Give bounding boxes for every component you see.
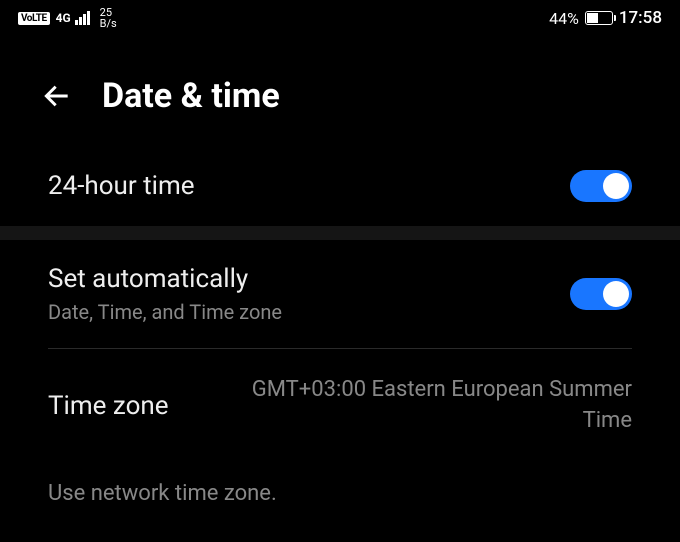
timezone-value: GMT+03:00 Eastern European Summer Time: [209, 375, 632, 437]
section-auto: Set automatically Date, Time, and Time z…: [0, 240, 680, 348]
row-timezone[interactable]: Time zone GMT+03:00 Eastern European Sum…: [48, 349, 632, 463]
row-24hour[interactable]: 24-hour time: [48, 146, 632, 226]
signal-bars-icon: [75, 11, 90, 25]
row-24hour-label: 24-hour time: [48, 171, 195, 201]
section-divider: [0, 226, 680, 240]
battery-percentage: 44%: [549, 9, 579, 28]
toggle-auto[interactable]: [570, 278, 632, 310]
section-timezone: Time zone GMT+03:00 Eastern European Sum…: [0, 349, 680, 463]
header: Date & time: [0, 36, 680, 146]
status-left: VoLTE 4G 25 B/s: [18, 7, 117, 29]
signal-indicator: 4G: [56, 11, 90, 25]
row-auto-label: Set automatically: [48, 264, 282, 294]
row-auto-sub: Date, Time, and Time zone: [48, 300, 282, 324]
section-display: 24-hour time: [0, 146, 680, 226]
network-type: 4G: [56, 11, 71, 25]
footer-note: Use network time zone.: [0, 463, 680, 524]
back-arrow-icon: [41, 80, 73, 112]
row-auto[interactable]: Set automatically Date, Time, and Time z…: [48, 240, 632, 348]
status-bar: VoLTE 4G 25 B/s 44% 17:58: [0, 0, 680, 36]
clock: 17:58: [619, 8, 662, 28]
volte-badge: VoLTE: [18, 12, 50, 25]
speed-unit: B/s: [100, 18, 117, 29]
battery-icon: [585, 11, 613, 25]
data-speed: 25 B/s: [100, 7, 117, 29]
timezone-label: Time zone: [48, 391, 169, 421]
back-button[interactable]: [40, 79, 74, 113]
toggle-24hour[interactable]: [570, 170, 632, 202]
status-right: 44% 17:58: [549, 8, 662, 28]
page-title: Date & time: [102, 76, 280, 116]
